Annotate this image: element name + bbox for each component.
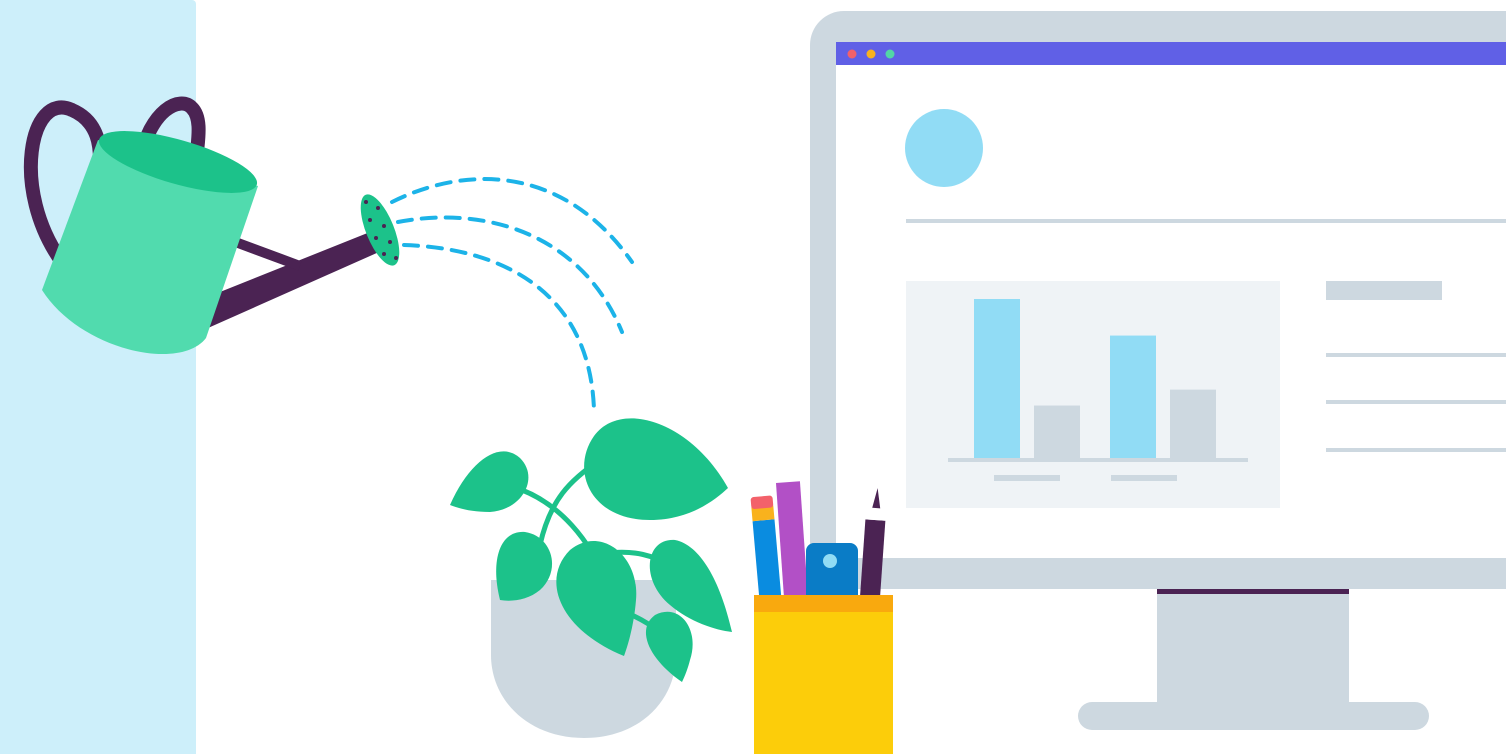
- window-close-dot[interactable]: [847, 49, 857, 59]
- window-maximize-dot[interactable]: [885, 49, 895, 59]
- water-arc-3: [402, 243, 596, 412]
- chart-baseline: [948, 458, 1248, 462]
- blue-pencil: [750, 495, 783, 611]
- chart-bar-s1-c1: [974, 299, 1020, 458]
- chart-x-label-2: [1111, 475, 1177, 481]
- monitor-stand-neck: [1157, 588, 1349, 730]
- window-minimize-dot[interactable]: [866, 49, 876, 59]
- cup-body: [754, 595, 893, 754]
- sharpener: [806, 543, 858, 603]
- chart-bar-s2-c1: [1034, 405, 1080, 458]
- chart-x-label-1: [994, 475, 1060, 481]
- chart-panel: [906, 281, 1280, 508]
- header-divider: [906, 219, 1506, 223]
- chart-bar-s2-c2: [1170, 389, 1216, 458]
- water-arc-1: [390, 177, 634, 264]
- side-text-line-1: [1326, 353, 1506, 357]
- illustration-scene: [23, 11, 1506, 754]
- chart-bar-s1-c2: [1110, 335, 1156, 458]
- desktop-monitor-icon: [810, 11, 1506, 730]
- can-brace: [228, 235, 302, 271]
- side-heading-placeholder: [1326, 281, 1442, 300]
- water-stream: [390, 177, 634, 412]
- side-text-line-2: [1326, 400, 1506, 404]
- side-text-line-3: [1326, 448, 1506, 452]
- plant-leaf-1: [584, 418, 728, 520]
- avatar: [905, 109, 983, 187]
- potted-plant-icon: [450, 418, 732, 738]
- window-titlebar: [836, 42, 1506, 65]
- watering-can-icon: [23, 96, 400, 355]
- purple-ruler: [775, 481, 809, 613]
- cup-rim: [754, 595, 893, 612]
- water-arc-2: [396, 215, 624, 334]
- plant-leaf-2: [450, 451, 529, 512]
- sharpener-hole: [823, 554, 837, 568]
